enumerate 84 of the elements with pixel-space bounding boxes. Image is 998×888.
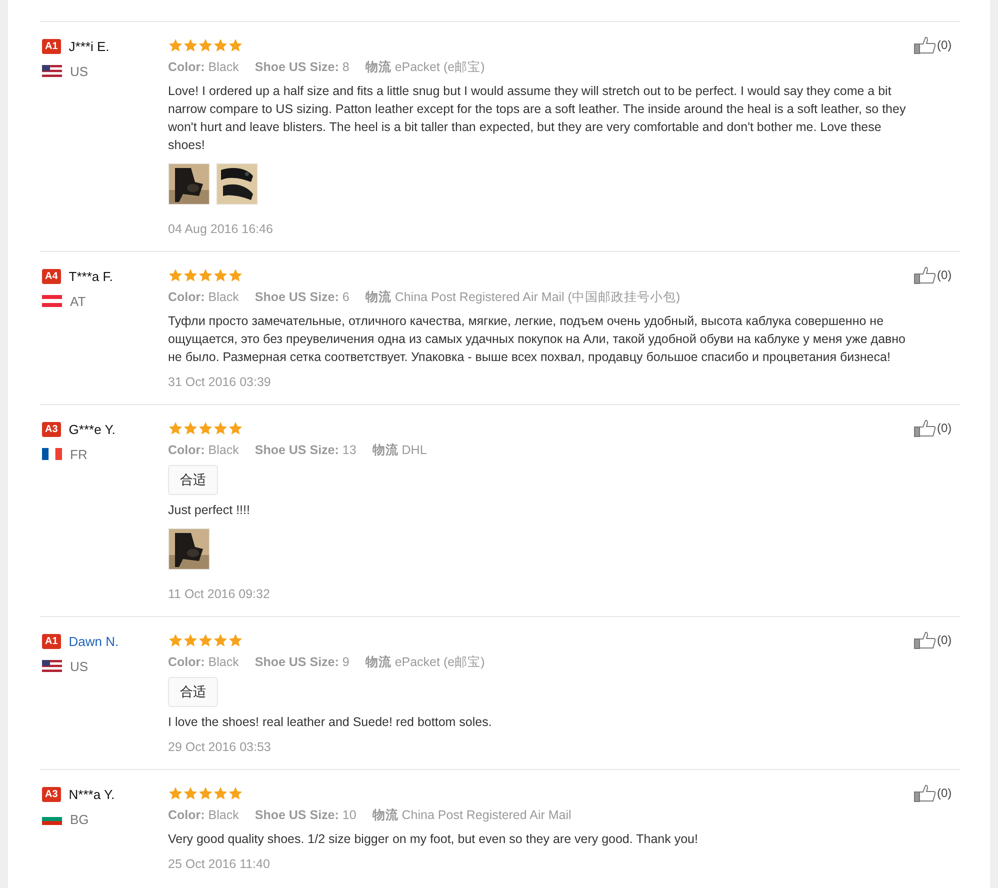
country-code: AT <box>70 294 86 308</box>
like-button[interactable]: (0) <box>914 266 952 284</box>
star-icon <box>198 786 213 800</box>
review-text: Just perfect !!!! <box>168 502 251 519</box>
thumbs-up-icon <box>914 784 936 802</box>
star-icon <box>198 268 213 282</box>
star-icon <box>228 420 243 436</box>
country-code: US <box>70 658 88 674</box>
flag-icon <box>42 295 62 307</box>
level-badge: A3 <box>42 422 61 436</box>
reviewer-name: J***i E. <box>68 38 110 54</box>
thumbs-up-icon <box>914 266 936 284</box>
star-icon <box>168 786 183 800</box>
star-icon <box>168 420 183 436</box>
star-icon <box>168 632 183 648</box>
order-detail: Color: Black <box>168 807 239 824</box>
order-detail: 物流 ePacket (e邮宝) <box>365 654 485 671</box>
flag-icon <box>42 448 62 460</box>
review-text: Very good quality shoes. 1/2 size bigger on my foot, but even so they are very good. Thank you! <box>168 831 699 848</box>
order-detail: Shoe US Size: 13 <box>254 442 356 459</box>
thumbs-up-icon <box>914 36 936 54</box>
star-icon <box>198 38 213 52</box>
review-date: 29 Oct 2016 03:53 <box>168 739 272 756</box>
review-date: 31 Oct 2016 03:39 <box>168 374 272 391</box>
star-icon <box>213 268 228 282</box>
level-badge: A4 <box>42 268 61 284</box>
flag-icon <box>42 660 62 672</box>
order-detail: Color: Black <box>168 442 239 459</box>
review-text: I love the shoes! real leather and Suede! red bottom soles. <box>168 714 493 731</box>
star-icon <box>228 268 243 282</box>
reviewer-name[interactable]: Dawn N. <box>68 634 119 648</box>
order-detail: Color: Black <box>168 59 239 76</box>
level-badge: A3 <box>42 786 61 802</box>
star-icon <box>228 786 243 800</box>
thumbs-up-icon <box>914 419 936 437</box>
star-icon <box>198 632 213 648</box>
order-detail: Color: Black <box>168 289 239 306</box>
review-text: Love! I ordered up a half size and fits a little snug but I would assume they will stretch out to be perfect. I would say they come a bit narrow compare to US sizing. Patton leather except for the tops are a soft leather. The inside around the heal is a soft leather, so they won't hurt and leave blisters. The heel is a bit taller than expected, but they are very comfortable and don't bother me. Love these shoes! <box>168 83 907 154</box>
country-code: US <box>70 64 88 78</box>
order-detail: Shoe US Size: 6 <box>254 289 350 306</box>
order-detail: Shoe US Size: 10 <box>254 807 356 824</box>
flag-icon <box>42 65 62 77</box>
reviewer-name: G***e Y. <box>68 422 116 436</box>
reviewer-name: N***a Y. <box>68 786 115 802</box>
order-detail: Shoe US Size: 8 <box>254 59 350 76</box>
star-icon <box>213 420 228 436</box>
level-badge: A1 <box>42 38 61 54</box>
tag-chip: 合适 <box>168 465 218 495</box>
like-button[interactable]: (0) <box>914 419 952 437</box>
review-date: 25 Oct 2016 11:40 <box>168 856 271 873</box>
star-icon <box>213 632 228 648</box>
like-button[interactable]: (0) <box>914 36 952 54</box>
star-icon <box>183 786 198 800</box>
reviewer-name: T***a F. <box>68 268 113 284</box>
level-badge: A1 <box>42 634 61 648</box>
star-icon <box>183 420 198 436</box>
review-date: 04 Aug 2016 16:46 <box>168 221 274 238</box>
star-icon <box>168 268 183 282</box>
review-text: Туфли просто замечательные, отличного качества, мягкие, легкие, подъем очень удобный, высота каблука совершенно не ощущается, это без преувеличения одна из самых удачных покупок на Али, такой удобной обуви на каблуке у меня уже давно не было. Размерная сетка соответствует. Упаковка - выше всех похвал, продавцу большое спасибо и процветания бизнеса! <box>168 313 907 366</box>
country-code: BG <box>70 812 89 826</box>
star-icon <box>183 38 198 52</box>
photo-thumbnail[interactable] <box>216 163 258 205</box>
star-icon <box>228 632 243 648</box>
star-icon <box>183 268 198 282</box>
like-button[interactable]: (0) <box>914 631 952 649</box>
review-date: 11 Oct 2016 09:32 <box>168 586 271 603</box>
star-icon <box>168 38 183 52</box>
order-detail: Shoe US Size: 9 <box>254 654 350 671</box>
thumbs-up-icon <box>914 631 936 649</box>
tag-chip: 合适 <box>168 677 218 707</box>
photo-thumbnail[interactable] <box>168 528 210 570</box>
star-icon <box>183 632 198 648</box>
order-detail: 物流 DHL <box>372 442 427 459</box>
order-detail: 物流 China Post Registered Air Mail <box>372 807 572 824</box>
order-detail: Color: Black <box>168 654 239 671</box>
order-detail: 物流 ePacket (e邮宝) <box>365 59 485 76</box>
like-button[interactable]: (0) <box>914 784 952 802</box>
star-icon <box>198 420 213 436</box>
photo-thumbnail[interactable] <box>168 163 210 205</box>
star-icon <box>228 38 243 52</box>
star-icon <box>213 38 228 52</box>
order-detail: 物流 China Post Registered Air Mail (中国邮政挂号小包) <box>365 289 680 306</box>
country-code: FR <box>70 446 88 462</box>
star-icon <box>213 786 228 800</box>
